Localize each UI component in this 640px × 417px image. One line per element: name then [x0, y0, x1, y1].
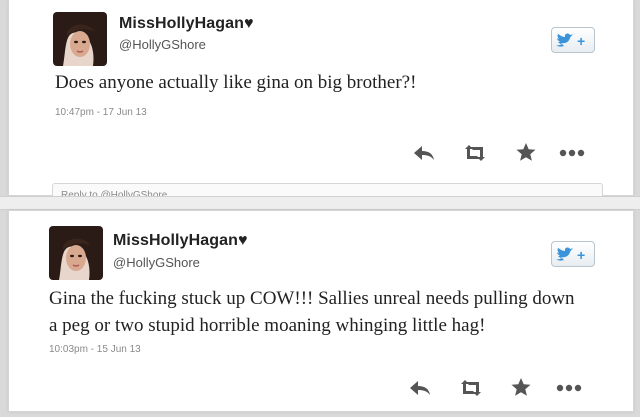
svg-text:+: +: [577, 33, 585, 49]
tweet-text-line-2: a peg or two stupid horrible moaning whi…: [49, 315, 486, 336]
svg-text:+: +: [577, 247, 585, 263]
retweet-icon: [461, 380, 481, 396]
reply-button[interactable]: [408, 378, 432, 398]
tweet-card-2: MissHollyHagan♥ @HollyGShore + Gina the …: [8, 210, 634, 412]
tweet-text-line-1: Gina the fucking stuck up COW!!! Sallies…: [49, 288, 575, 309]
follow-button[interactable]: +: [551, 241, 595, 267]
reply-icon: [414, 146, 434, 160]
reply-icon: [410, 381, 430, 395]
tweet-timestamp[interactable]: 10:03pm - 15 Jun 13: [49, 344, 141, 355]
twitter-follow-icon: +: [556, 33, 585, 49]
favorite-button[interactable]: [515, 142, 539, 162]
retweet-button[interactable]: [462, 143, 486, 163]
avatar[interactable]: [53, 12, 107, 66]
avatar[interactable]: [49, 226, 103, 280]
tweet-card-1: MissHollyHagan♥ @HollyGShore + Does anyo…: [8, 0, 634, 198]
tweet-text: Does anyone actually like gina on big br…: [55, 72, 417, 93]
more-icon: [559, 149, 585, 157]
display-name[interactable]: MissHollyHagan♥: [113, 232, 248, 250]
user-handle[interactable]: @HollyGShore: [113, 255, 200, 270]
favorite-icon: [511, 378, 531, 396]
user-handle[interactable]: @HollyGShore: [119, 37, 206, 52]
display-name[interactable]: MissHollyHagan♥: [119, 15, 254, 33]
more-button[interactable]: [554, 378, 584, 398]
more-button[interactable]: [557, 143, 587, 163]
more-icon: [556, 384, 582, 392]
twitter-follow-icon: +: [556, 247, 585, 263]
retweet-icon: [465, 145, 485, 161]
retweet-button[interactable]: [458, 378, 482, 398]
screenshot-divider: [0, 196, 640, 210]
follow-button[interactable]: +: [551, 27, 595, 53]
favorite-icon: [516, 143, 536, 161]
favorite-button[interactable]: [510, 377, 534, 397]
reply-button[interactable]: [412, 143, 436, 163]
tweet-timestamp[interactable]: 10:47pm - 17 Jun 13: [55, 107, 147, 118]
